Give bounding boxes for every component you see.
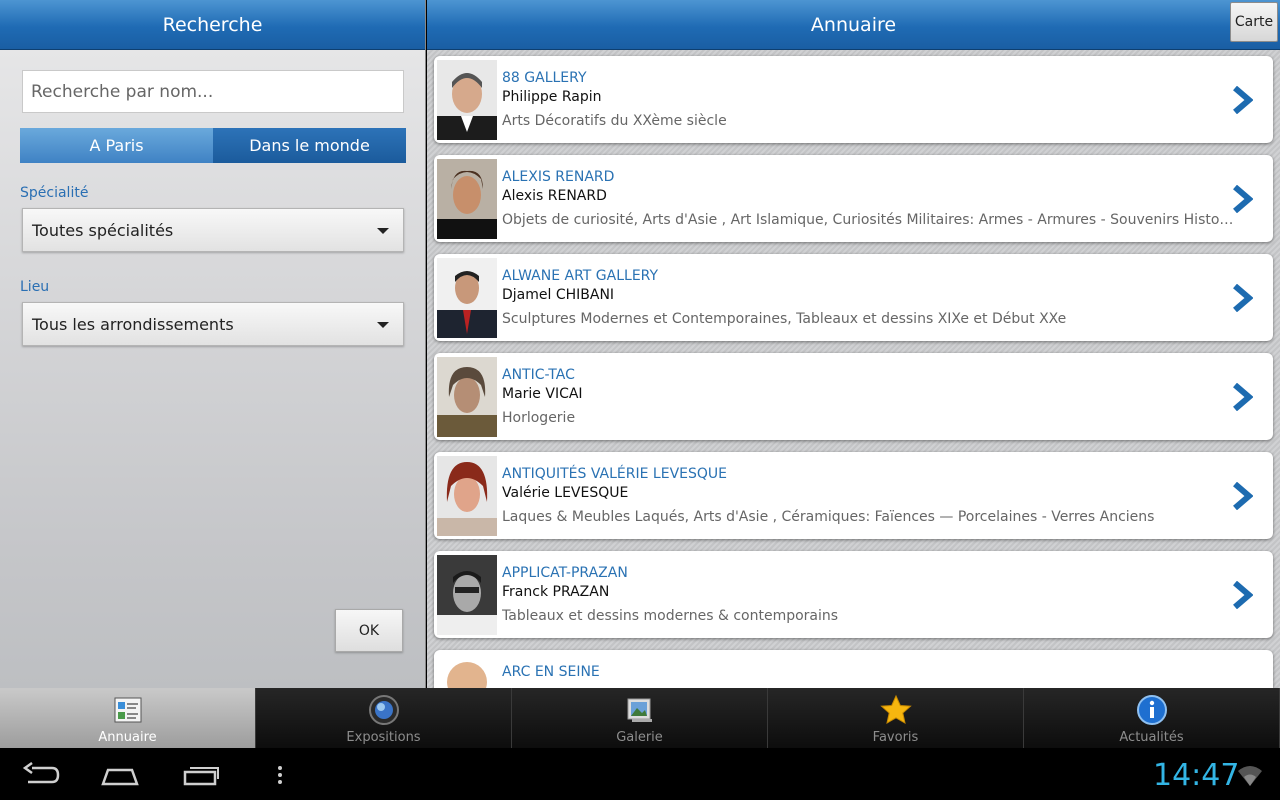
specialty-label: Spécialité	[20, 185, 89, 201]
chevron-right-icon	[1233, 86, 1253, 114]
tab-label: Favoris	[872, 730, 919, 745]
gallery-name: ALWANE ART GALLERY	[502, 268, 659, 284]
avatar	[437, 654, 497, 688]
tab-label: Actualités	[1119, 730, 1184, 745]
chevron-right-icon	[1233, 284, 1253, 312]
chevron-right-icon	[1233, 581, 1253, 609]
avatar	[437, 456, 497, 536]
segment-world[interactable]: Dans le monde	[213, 128, 406, 163]
specialty-text: Sculptures Modernes et Contemporaines, T…	[502, 311, 1067, 327]
specialty-text: Arts Décoratifs du XXème siècle	[502, 113, 727, 129]
tab-label: Expositions	[346, 730, 421, 745]
gallery-name: ANTIC-TAC	[502, 367, 575, 383]
directory-icon	[114, 697, 141, 723]
gallery-name: ANTIQUITÉS VALÉRIE LEVESQUE	[502, 466, 727, 482]
search-panel-title: Recherche	[0, 0, 425, 50]
back-icon[interactable]	[22, 762, 60, 788]
gallery-icon	[627, 698, 652, 722]
gallery-name: 88 GALLERY	[502, 70, 587, 86]
tab-label: Galerie	[616, 730, 663, 745]
directory-title: Annuaire	[427, 0, 1280, 50]
search-input[interactable]	[22, 70, 404, 113]
list-item[interactable]: ANTIQUITÉS VALÉRIE LEVESQUE Valérie LEVE…	[434, 452, 1273, 539]
avatar	[437, 60, 497, 140]
specialty-text: Laques & Meubles Laqués, Arts d'Asie , C…	[502, 509, 1155, 525]
dropdown-arrow-icon	[377, 322, 389, 328]
star-icon	[879, 694, 912, 725]
tab-annuaire[interactable]: Annuaire	[0, 688, 256, 748]
tab-galerie[interactable]: Galerie	[512, 688, 768, 748]
avatar	[437, 555, 497, 635]
list-item[interactable]: 88 GALLERY Philippe Rapin Arts Décoratif…	[434, 56, 1273, 143]
list-item[interactable]: ARC EN SEINE	[434, 650, 1273, 688]
search-panel: Recherche A Paris Dans le monde Spéciali…	[0, 0, 426, 688]
chevron-right-icon	[1233, 185, 1253, 213]
person-name: Valérie LEVESQUE	[502, 485, 629, 501]
list-item[interactable]: APPLICAT-PRAZAN Franck PRAZAN Tableaux e…	[434, 551, 1273, 638]
wifi-icon	[1238, 766, 1262, 786]
person-name: Djamel CHIBANI	[502, 287, 615, 303]
person-name: Marie VICAI	[502, 386, 583, 402]
list-item[interactable]: ALWANE ART GALLERY Djamel CHIBANI Sculpt…	[434, 254, 1273, 341]
menu-icon[interactable]	[276, 762, 284, 788]
globe-icon	[368, 695, 399, 725]
segment-paris[interactable]: A Paris	[20, 128, 213, 163]
specialty-text: Horlogerie	[502, 410, 576, 426]
person-name: Franck PRAZAN	[502, 584, 610, 600]
avatar	[437, 258, 497, 338]
directory-panel: Annuaire Carte 88 GALLERY Philippe Rapin…	[427, 0, 1280, 688]
location-dropdown[interactable]: Tous les arrondissements	[22, 302, 404, 346]
gallery-name: APPLICAT-PRAZAN	[502, 565, 628, 581]
list-item[interactable]: ALEXIS RENARD Alexis RENARD Objets de cu…	[434, 155, 1273, 242]
clock: 14:47	[1153, 758, 1240, 793]
location-label: Lieu	[20, 279, 50, 295]
map-button[interactable]: Carte	[1230, 2, 1278, 42]
tab-favoris[interactable]: Favoris	[768, 688, 1024, 748]
location-value: Tous les arrondissements	[32, 314, 234, 334]
bottom-tab-bar: Annuaire Expositions Galerie Favoris Act…	[0, 688, 1280, 750]
recent-apps-icon[interactable]	[182, 762, 220, 788]
system-bar: 14:47	[0, 750, 1280, 800]
specialty-dropdown[interactable]: Toutes spécialités	[22, 208, 404, 252]
avatar	[437, 357, 497, 437]
dropdown-arrow-icon	[377, 228, 389, 234]
tab-actualites[interactable]: Actualités	[1024, 688, 1280, 748]
home-icon[interactable]	[100, 762, 140, 788]
tab-label: Annuaire	[98, 730, 157, 745]
ok-button[interactable]: OK	[335, 609, 403, 652]
gallery-name: ARC EN SEINE	[502, 664, 600, 680]
directory-list[interactable]: 88 GALLERY Philippe Rapin Arts Décoratif…	[434, 56, 1273, 688]
person-name: Alexis RENARD	[502, 188, 607, 204]
list-item[interactable]: ANTIC-TAC Marie VICAI Horlogerie	[434, 353, 1273, 440]
specialty-text: Tableaux et dessins modernes & contempor…	[502, 608, 839, 624]
chevron-right-icon	[1233, 383, 1253, 411]
specialty-text: Objets de curiosité, Arts d'Asie , Art I…	[502, 212, 1234, 228]
person-name: Philippe Rapin	[502, 89, 602, 105]
gallery-name: ALEXIS RENARD	[502, 169, 615, 185]
specialty-value: Toutes spécialités	[32, 220, 174, 240]
info-icon	[1136, 695, 1167, 725]
avatar	[437, 159, 497, 239]
chevron-right-icon	[1233, 482, 1253, 510]
tab-expositions[interactable]: Expositions	[256, 688, 512, 748]
